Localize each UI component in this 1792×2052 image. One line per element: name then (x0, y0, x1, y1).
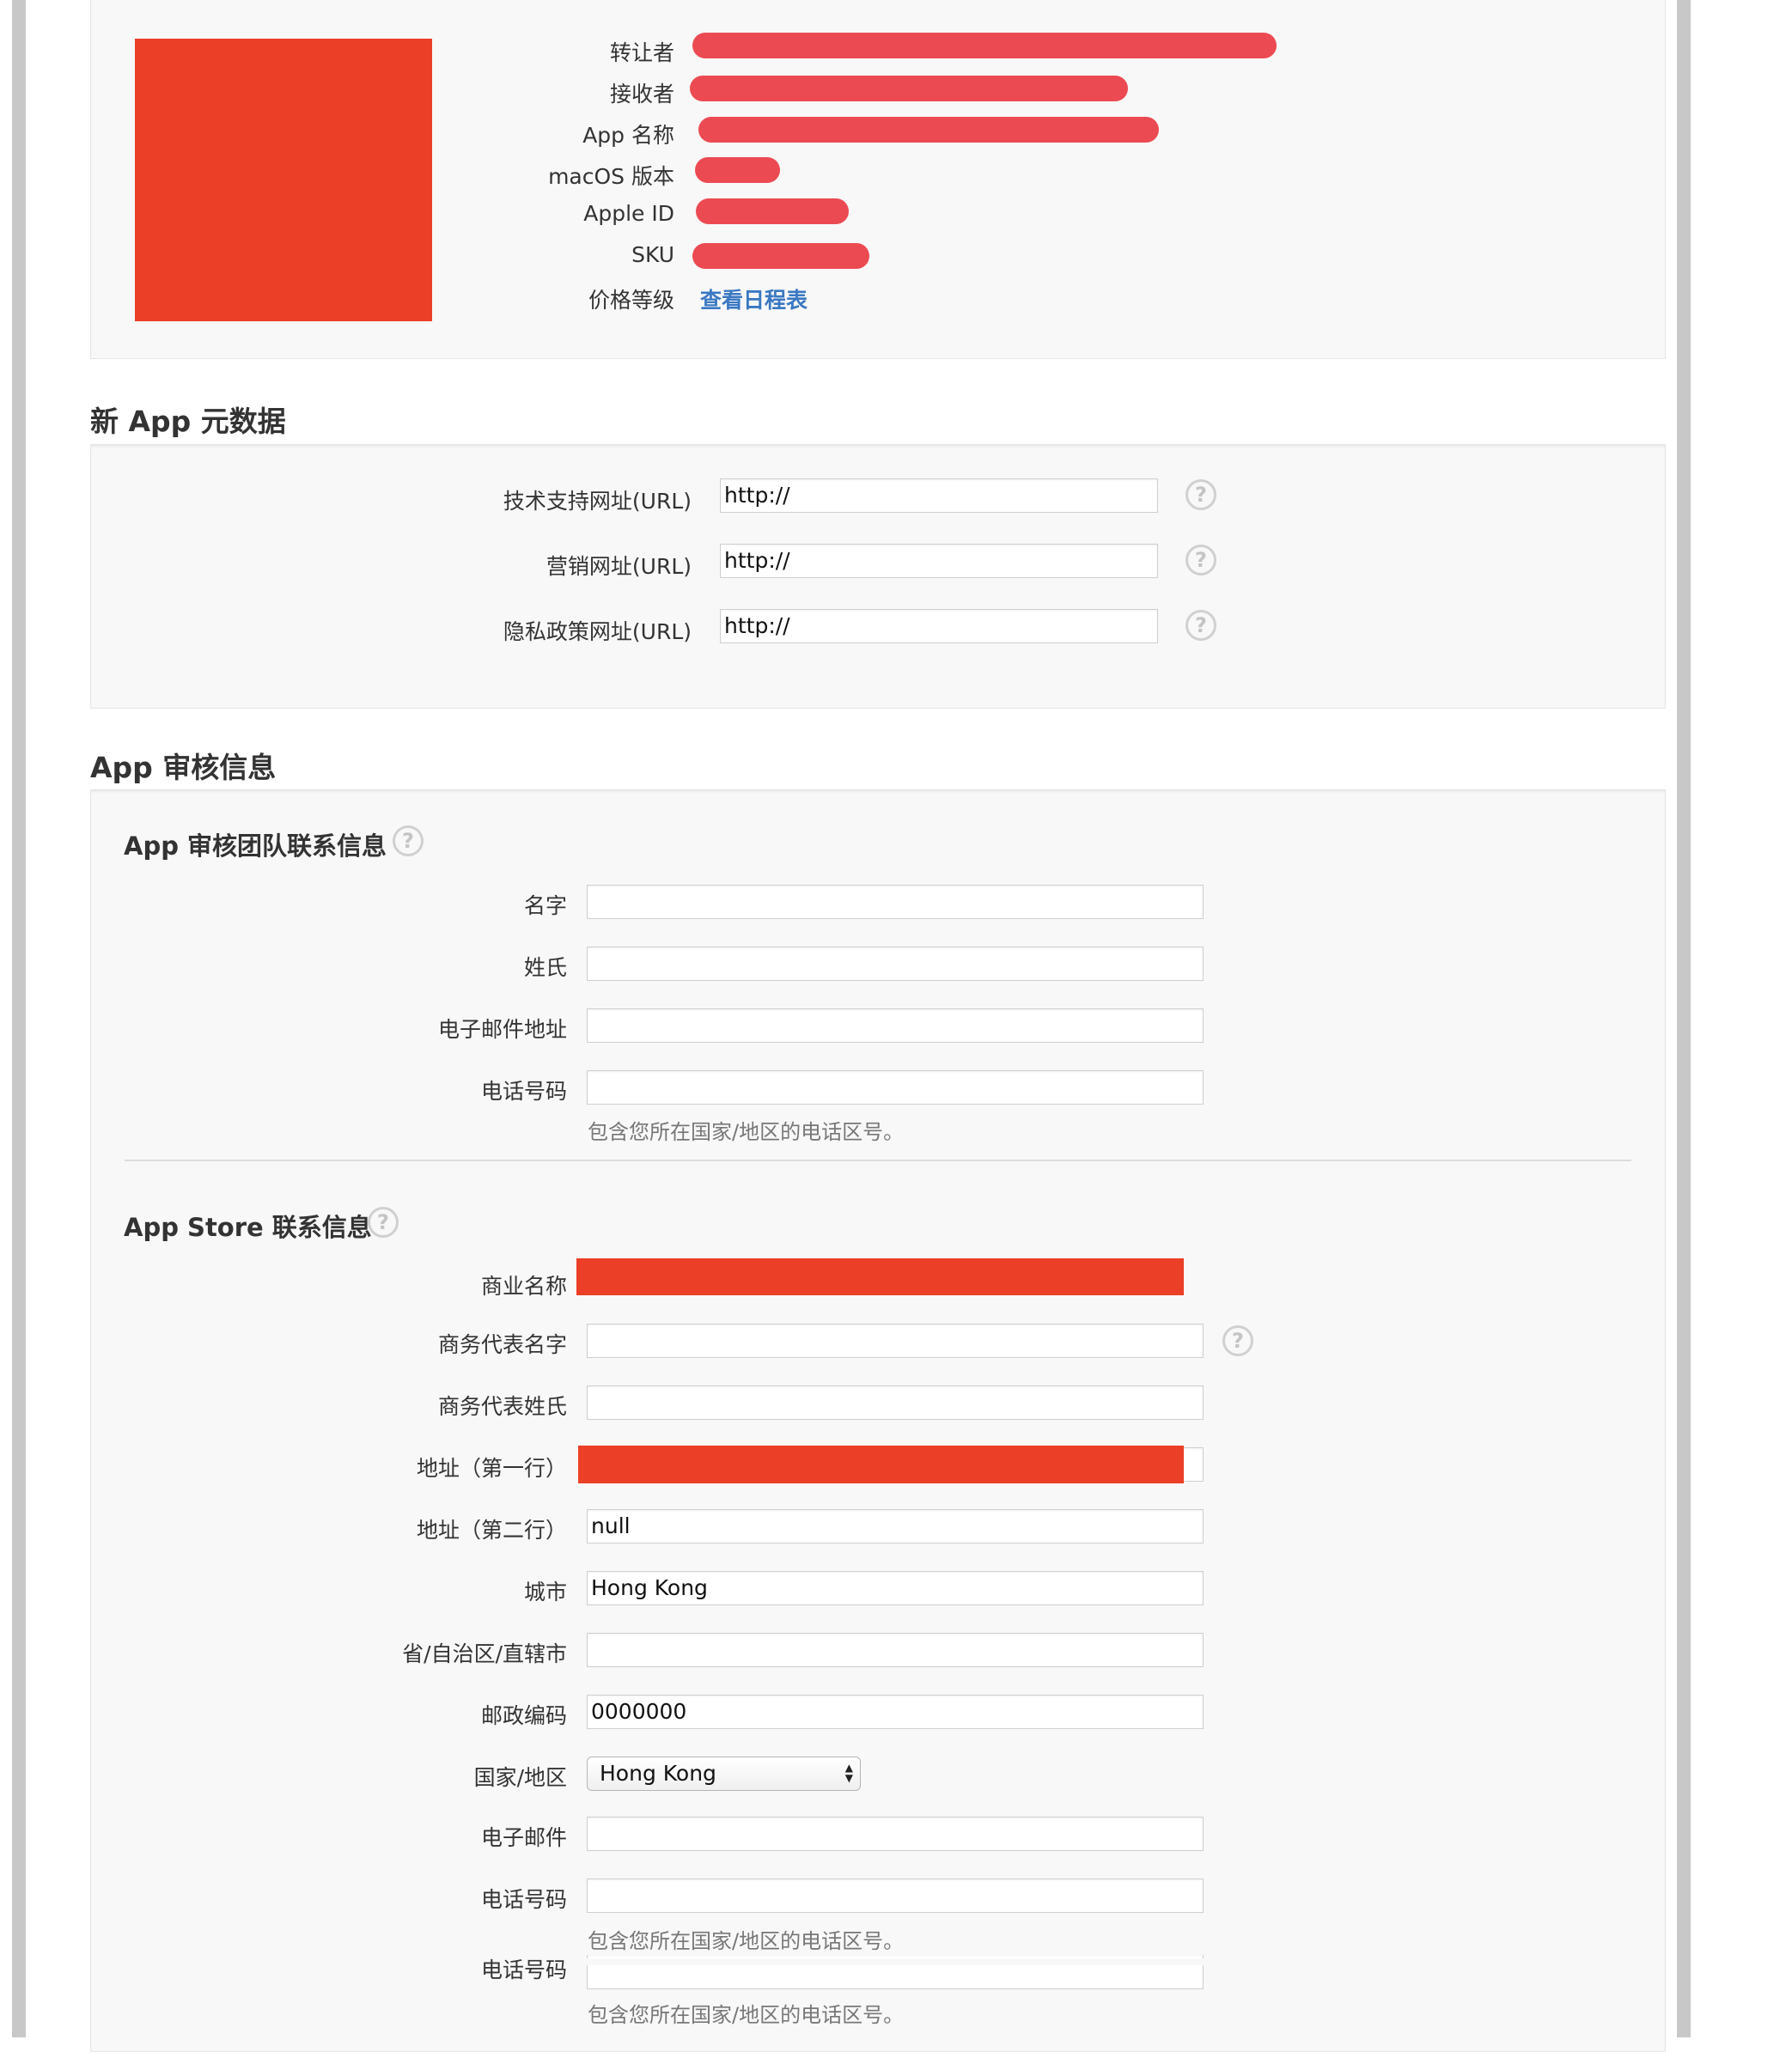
country-select-value: Hong Kong (600, 1761, 716, 1786)
review-email-input[interactable] (587, 1008, 1204, 1043)
label-province: 省/自治区/直辖市 (402, 1641, 567, 1666)
rep-first-name-input[interactable] (587, 1324, 1204, 1358)
review-team-help-icon[interactable]: ? (393, 825, 424, 856)
redacted-sku (692, 243, 869, 269)
label-app-name: App 名称 (582, 123, 674, 148)
redacted-macos-version (695, 157, 780, 183)
label-transferor: 转让者 (609, 40, 674, 65)
store-contact-help-icon[interactable]: ? (368, 1207, 399, 1238)
label-last-name: 姓氏 (523, 955, 567, 980)
province-input[interactable] (587, 1633, 1204, 1667)
support-url-input[interactable]: http:// (720, 478, 1158, 513)
page-content: 转让者 接收者 App 名称 macOS 版本 Apple ID SKU 价格等… (26, 0, 1677, 2052)
review-last-name-input[interactable] (587, 947, 1204, 981)
label-store-phone-duplicate-clip: 电话号码 (369, 1958, 567, 1981)
view-schedule-link[interactable]: 查看日程表 (700, 283, 808, 314)
label-apple-id: Apple ID (583, 201, 674, 226)
label-marketing-url: 营销网址(URL) (546, 554, 692, 579)
redacted-receiver (690, 76, 1128, 101)
label-rep-first-name: 商务代表名字 (437, 1332, 567, 1357)
select-arrows-icon: ▲ ▼ (844, 1762, 853, 1784)
privacy-url-help-icon[interactable]: ? (1186, 610, 1216, 641)
label-sku: SKU (631, 242, 674, 267)
label-first-name: 名字 (523, 893, 567, 918)
label-store-phone-duplicate: 电话号码 (480, 1958, 567, 1981)
store-contact-title: App Store 联系信息 (124, 1213, 372, 1242)
label-address-line1: 地址（第一行） (416, 1456, 567, 1481)
marketing-url-help-icon[interactable]: ? (1186, 545, 1216, 575)
review-first-name-input[interactable] (587, 885, 1204, 919)
label-macos-version: macOS 版本 (548, 164, 674, 189)
rep-last-name-input[interactable] (587, 1385, 1204, 1420)
review-phone-input[interactable] (587, 1070, 1204, 1105)
rep-first-name-help-icon[interactable]: ? (1222, 1325, 1253, 1356)
label-business-name: 商业名称 (480, 1274, 567, 1299)
support-url-help-icon[interactable]: ? (1186, 479, 1216, 510)
label-country: 国家/地区 (473, 1765, 567, 1790)
postal-code-input[interactable]: 0000000 (587, 1695, 1204, 1729)
privacy-url-input[interactable]: http:// (720, 609, 1158, 643)
label-receiver: 接收者 (609, 82, 674, 107)
label-postal-code: 邮政编码 (480, 1703, 567, 1728)
review-phone-hint: 包含您所在国家/地区的电话区号。 (588, 1120, 905, 1144)
review-team-contact-title: App 审核团队联系信息 (124, 831, 387, 861)
store-email-input[interactable] (587, 1817, 1204, 1851)
overlap-mask (576, 1958, 1228, 1965)
label-privacy-url: 隐私政策网址(URL) (503, 619, 692, 644)
business-name-redacted (576, 1258, 1184, 1295)
store-phone-input[interactable] (587, 1878, 1204, 1913)
city-input[interactable]: Hong Kong (587, 1571, 1204, 1605)
app-icon-redacted (135, 39, 432, 321)
window-frame-left (12, 0, 26, 2037)
redacted-app-name (698, 117, 1159, 143)
window-frame-right (1677, 0, 1691, 2037)
store-phone-hint: 包含您所在国家/地区的电话区号。 (588, 1929, 905, 1953)
section-divider (125, 1160, 1631, 1161)
label-city: 城市 (523, 1580, 567, 1604)
country-select[interactable]: Hong Kong ▲ ▼ (587, 1757, 861, 1791)
label-price-tier: 价格等级 (588, 288, 674, 313)
label-rep-last-name: 商务代表姓氏 (437, 1394, 567, 1419)
label-support-url: 技术支持网址(URL) (503, 489, 692, 514)
marketing-url-input[interactable]: http:// (720, 544, 1158, 578)
label-phone: 电话号码 (480, 1079, 567, 1104)
address-line2-input[interactable]: null (587, 1509, 1204, 1544)
store-phone-hint-duplicate: 包含您所在国家/地区的电话区号。 (588, 2003, 905, 2027)
label-address-line2: 地址（第二行） (416, 1518, 567, 1543)
review-section-title: App 审核信息 (90, 751, 277, 784)
label-email: 电子邮件 (480, 1825, 567, 1850)
redacted-transferor (692, 33, 1277, 58)
label-email-address: 电子邮件地址 (437, 1017, 567, 1042)
metadata-section-title: 新 App 元数据 (90, 405, 286, 438)
address-line1-redacted (578, 1446, 1184, 1483)
label-store-phone: 电话号码 (480, 1887, 567, 1912)
redacted-apple-id (696, 198, 849, 224)
